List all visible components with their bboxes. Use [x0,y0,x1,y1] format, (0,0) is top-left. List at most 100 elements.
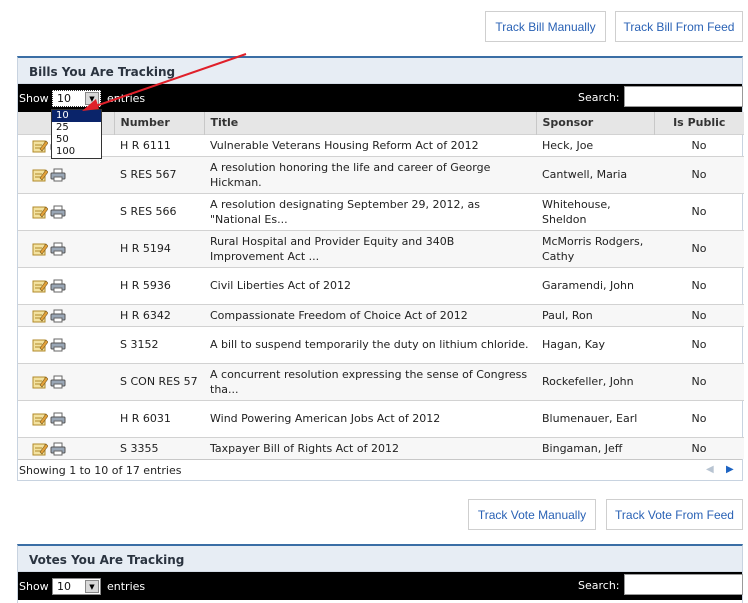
votes-toolbar: Show 10 ▼ entries Search: [18,572,743,600]
table-row[interactable]: H R 5194 Rural Hospital and Provider Equi… [18,229,744,267]
print-icon[interactable] [50,412,66,426]
show-label: Show [19,580,49,593]
entries-label: entries [107,580,146,593]
page-size-option[interactable]: 25 [52,122,101,134]
row-actions [18,155,114,193]
row-actions [18,436,114,459]
edit-icon[interactable] [32,412,49,426]
track-bill-from-feed-button[interactable]: Track Bill From Feed [615,11,743,42]
bill-number: H R 6342 [114,303,204,326]
edit-icon[interactable] [32,205,49,219]
page-size-option[interactable]: 50 [52,134,101,146]
bill-number: H R 6031 [114,399,204,437]
bill-number: S RES 567 [114,155,204,193]
column-header-is-public[interactable]: Is Public [654,112,744,134]
edit-icon[interactable] [32,242,49,256]
edit-icon[interactable] [32,168,49,182]
print-icon[interactable] [50,205,66,219]
chevron-down-icon[interactable]: ▼ [85,580,99,593]
row-actions [18,303,114,326]
bill-number: H R 5194 [114,229,204,267]
bill-title: Taxpayer Bill of Rights Act of 2012 [204,436,536,459]
votes-panel-title: Votes You Are Tracking [18,546,742,572]
edit-icon[interactable] [32,139,49,153]
edit-icon[interactable] [32,309,49,323]
print-icon[interactable] [50,338,66,352]
bill-is-public: No [654,325,744,363]
votes-panel: Votes You Are Tracking Show 10 ▼ entries… [17,544,743,603]
bill-is-public: No [654,229,744,267]
bill-title: Compassionate Freedom of Choice Act of 2… [204,303,536,326]
table-header-row: Number Title Sponsor Is Public [18,112,744,134]
page-size-select[interactable]: 10 ▼ [52,90,101,107]
table-row[interactable]: S 3152 A bill to suspend temporarily the … [18,325,744,363]
print-icon[interactable] [50,168,66,182]
edit-icon[interactable] [32,442,49,456]
bills-panel: Bills You Are Tracking Show 10 ▼ entries… [17,56,744,481]
table-row[interactable]: S RES 566 A resolution designating Septem… [18,192,744,230]
bill-sponsor: Cantwell, Maria [536,155,654,193]
bill-sponsor: Blumenauer, Earl [536,399,654,437]
bill-number: S 3152 [114,325,204,363]
bills-search-input[interactable] [624,86,743,107]
track-vote-from-feed-button[interactable]: Track Vote From Feed [606,499,743,530]
column-header-title[interactable]: Title [204,112,537,134]
table-info: Showing 1 to 10 of 17 entries [19,464,182,477]
bill-sponsor: McMorris Rodgers, Cathy [536,229,654,267]
track-bill-manually-button[interactable]: Track Bill Manually [485,11,606,42]
bill-title: A bill to suspend temporarily the duty o… [204,325,536,363]
edit-icon[interactable] [32,338,49,352]
print-icon[interactable] [50,309,66,323]
table-row[interactable]: S CON RES 57 A concurrent resolution expr… [18,362,744,400]
bill-title: A resolution designating September 29, 2… [204,192,536,230]
column-header-sponsor[interactable]: Sponsor [536,112,655,134]
bill-title: A resolution honoring the life and caree… [204,155,536,193]
next-page-icon[interactable]: ▶ [726,464,734,475]
table-row[interactable]: H R 6342 Compassionate Freedom of Choice … [18,303,744,326]
table-row[interactable]: H R 5936 Civil Liberties Act of 2012 Garam… [18,266,744,304]
bill-number: H R 6111 [114,133,204,156]
row-actions [18,325,114,363]
votes-page-size-select[interactable]: 10 ▼ [52,578,101,595]
table-row[interactable]: H R 6111 Vulnerable Veterans Housing Refo… [18,133,744,156]
table-row[interactable]: H R 6031 Wind Powering American Jobs Act … [18,399,744,437]
votes-search-input[interactable] [624,574,743,595]
column-header-number[interactable]: Number [114,112,205,134]
bill-title: Civil Liberties Act of 2012 [204,266,536,304]
bill-title: Rural Hospital and Provider Equity and 3… [204,229,536,267]
row-actions [18,192,114,230]
search-label: Search: [578,579,620,592]
bills-panel-title: Bills You Are Tracking [18,58,742,84]
bills-table: Number Title Sponsor Is Public H R 6111 V… [18,112,744,459]
bills-footer: Showing 1 to 10 of 17 entries ◀ ▶ [18,459,742,480]
print-icon[interactable] [50,279,66,293]
bill-number: H R 5936 [114,266,204,304]
show-label: Show [19,92,49,105]
bill-number: S CON RES 57 [114,362,204,400]
print-icon[interactable] [50,442,66,456]
print-icon[interactable] [50,242,66,256]
bill-is-public: No [654,436,744,459]
bill-sponsor: Heck, Joe [536,133,654,156]
track-vote-manually-button[interactable]: Track Vote Manually [468,499,596,530]
bill-sponsor: Garamendi, John [536,266,654,304]
bill-is-public: No [654,399,744,437]
page-size-option[interactable]: 100 [52,146,101,158]
bill-is-public: No [654,192,744,230]
bill-is-public: No [654,266,744,304]
edit-icon[interactable] [32,279,49,293]
bill-is-public: No [654,155,744,193]
page-size-option[interactable]: 10 [52,110,101,122]
table-row[interactable]: S RES 567 A resolution honoring the life … [18,155,744,193]
row-actions [18,266,114,304]
previous-page-icon[interactable]: ◀ [706,464,714,475]
bill-sponsor: Paul, Ron [536,303,654,326]
chevron-down-icon[interactable]: ▼ [85,92,99,105]
bill-is-public: No [654,362,744,400]
bill-is-public: No [654,303,744,326]
edit-icon[interactable] [32,375,49,389]
bill-sponsor: Hagan, Kay [536,325,654,363]
bill-number: S 3355 [114,436,204,459]
print-icon[interactable] [50,375,66,389]
table-row[interactable]: S 3355 Taxpayer Bill of Rights Act of 201… [18,436,744,459]
